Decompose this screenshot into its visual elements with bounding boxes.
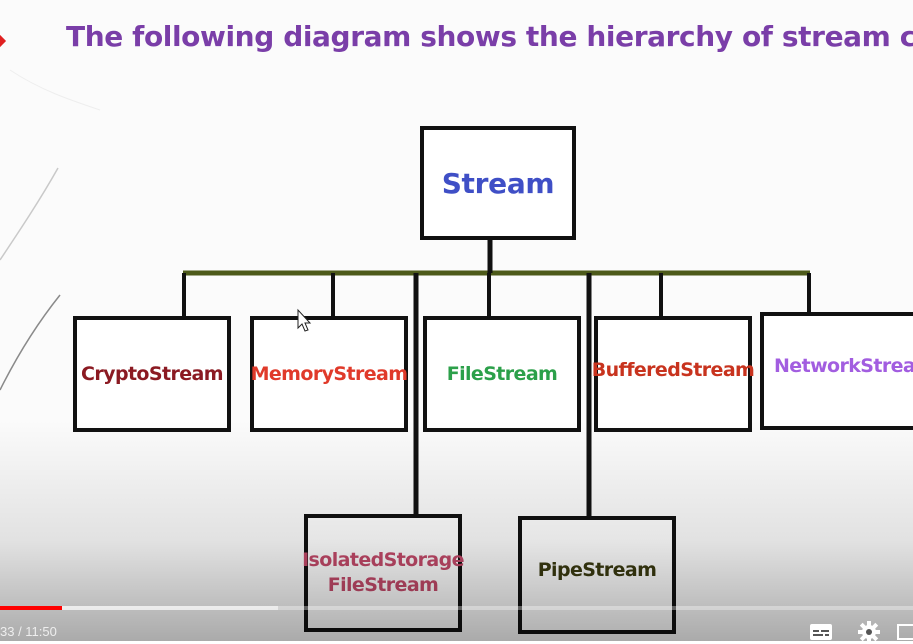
pipestream-label: PipeStream [537,559,657,581]
bufferedstream-box: BufferedStream [591,316,755,432]
time-display: 33 / 11:50 [0,624,57,639]
settings-gear-icon [858,621,880,643]
stream-root-label: Stream [441,166,555,200]
filestream-box: FileStream [423,316,581,432]
settings-button[interactable] [856,620,882,644]
networkstream-label: NetworkStream [774,355,913,377]
progress-bar[interactable] [0,606,913,610]
cryptostream-label: CryptoStream [81,362,223,385]
video-frame[interactable]: The following diagram shows the hierarch… [0,0,913,641]
miniplayer-button[interactable] [896,620,913,644]
isolatedstorage-label-line2: FileStream [327,574,439,596]
filestream-label: FileStream [446,362,558,385]
stream-root-box: Stream [420,126,576,240]
bufferedstream-label: BufferedStream [591,359,755,381]
isolatedstorage-filestream-box: IsolatedStorage FileStream [302,514,465,632]
isolatedstorage-label-line1: IsolatedStorage [302,549,464,571]
subtitles-icon [810,624,832,640]
subtitles-button[interactable] [808,620,834,644]
memorystream-box: MemoryStream [250,316,408,432]
memorystream-label: MemoryStream [250,362,408,385]
cryptostream-box: CryptoStream [73,316,231,432]
networkstream-box: NetworkStream [760,312,913,430]
pipestream-box: PipeStream [518,516,676,634]
miniplayer-icon [897,624,913,640]
progress-played [0,606,63,610]
